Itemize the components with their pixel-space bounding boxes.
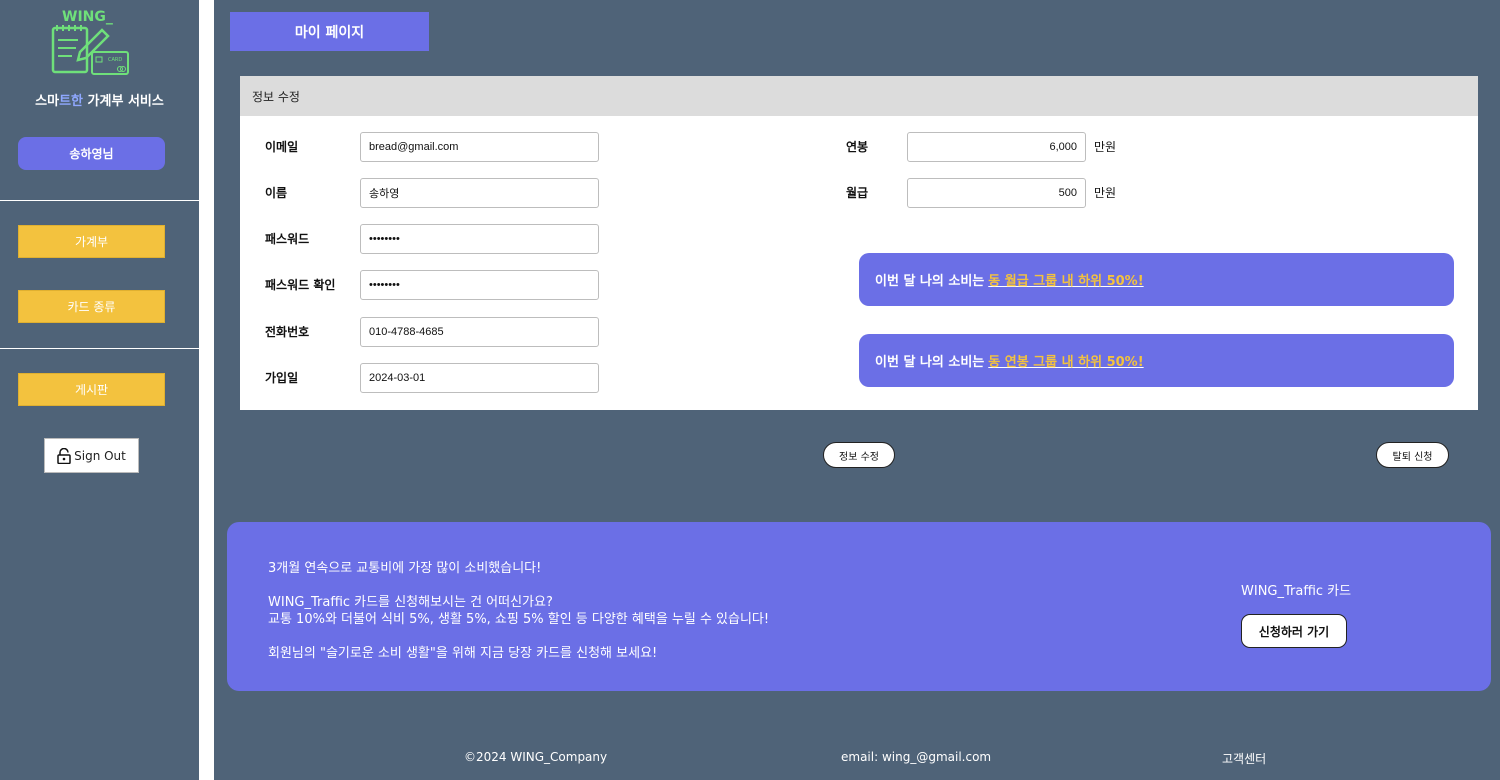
phone-label: 전화번호: [265, 325, 310, 339]
sidebar: WING_ CARD 스마트한 가계부 서비스 송하영님 가계부 카드 종류 게…: [0, 0, 199, 780]
sign-out-button[interactable]: Sign Out: [44, 438, 139, 473]
monthly-salary-unit: 만원: [1094, 186, 1117, 200]
monthly-salary-label: 월급: [846, 186, 869, 200]
apply-card-button[interactable]: 신청하러 가기: [1241, 614, 1347, 648]
sidebar-divider: [0, 348, 199, 349]
banner-line: WING_Traffic 카드를 신청해보시는 건 어떠신가요?: [268, 595, 553, 610]
logo-card-text: CARD: [108, 57, 122, 63]
monthly-group-insight: 이번 달 나의 소비는 동 월급 그룹 내 하위 50%!: [859, 253, 1454, 306]
banner-line: 교통 10%와 더불어 식비 5%, 생활 5%, 쇼핑 5% 할인 등 다양한…: [268, 612, 770, 627]
password-confirm-label: 패스워드 확인: [265, 278, 336, 292]
sign-out-label: Sign Out: [74, 448, 126, 463]
password-confirm-field[interactable]: ••••••••: [360, 270, 599, 300]
banner-message: 3개월 연속으로 교통비에 가장 많이 소비했습니다! WING_Traffic…: [268, 560, 769, 662]
notebook-pencil-card-icon: WING_ CARD: [51, 9, 129, 75]
user-profile-button[interactable]: 송하영님: [18, 137, 165, 170]
banner-line: 회원님의 "슬기로운 소비 생활"을 위해 지금 당장 카드를 신청해 보세요!: [268, 646, 658, 661]
insight-highlight: 동 연봉 그룹 내 하위 50%!: [988, 355, 1144, 370]
annual-group-insight: 이번 달 나의 소비는 동 연봉 그룹 내 하위 50%!: [859, 334, 1454, 387]
password-field[interactable]: ••••••••: [360, 224, 599, 254]
service-title-prefix: 스마: [35, 94, 60, 109]
footer-copyright: ©2024 WING_Company: [464, 750, 608, 764]
service-title: 스마트한 가계부 서비스: [0, 90, 199, 109]
card-recommendation-banner: 3개월 연속으로 교통비에 가장 많이 소비했습니다! WING_Traffic…: [227, 522, 1491, 691]
withdraw-button[interactable]: 탈퇴 신청: [1376, 442, 1449, 468]
insight-prefix: 이번 달 나의 소비는: [875, 274, 985, 289]
unlock-icon: [57, 447, 71, 464]
monthly-salary-field[interactable]: 500: [907, 178, 1086, 208]
insight-prefix: 이번 달 나의 소비는: [875, 355, 985, 370]
sidebar-separator: [199, 0, 214, 780]
footer-support-link[interactable]: 고객센터: [1222, 750, 1266, 767]
join-date-label: 가입일: [265, 371, 299, 385]
phone-field[interactable]: 010-4788-4685: [360, 317, 599, 347]
service-title-accent: 트한: [59, 94, 84, 109]
sidebar-item-ledger[interactable]: 가계부: [18, 225, 165, 258]
insight-highlight: 동 월급 그룹 내 하위 50%!: [988, 274, 1144, 289]
password-label: 패스워드: [265, 232, 310, 246]
page-title: 마이 페이지: [230, 12, 429, 51]
footer-email[interactable]: email: wing_@gmail.com: [841, 750, 991, 764]
logo-text: WING_: [62, 9, 113, 25]
name-label: 이름: [265, 186, 288, 200]
sidebar-item-card-types[interactable]: 카드 종류: [18, 290, 165, 323]
wing-logo[interactable]: WING_ CARD: [50, 8, 132, 78]
annual-salary-unit: 만원: [1094, 140, 1117, 154]
banner-line: 3개월 연속으로 교통비에 가장 많이 소비했습니다!: [268, 561, 542, 576]
email-field[interactable]: bread@gmail.com: [360, 132, 599, 162]
join-date-field[interactable]: 2024-03-01: [360, 363, 599, 393]
panel-header: 정보 수정: [240, 76, 1478, 116]
recommended-card-name: WING_Traffic 카드: [1241, 584, 1352, 599]
sidebar-item-board[interactable]: 게시판: [18, 373, 165, 406]
annual-salary-label: 연봉: [846, 140, 869, 154]
email-label: 이메일: [265, 140, 299, 154]
profile-edit-panel: 정보 수정 이메일 bread@gmail.com 이름 송하영 패스워드 ••…: [240, 76, 1478, 410]
save-profile-button[interactable]: 정보 수정: [823, 442, 895, 468]
annual-salary-field[interactable]: 6,000: [907, 132, 1086, 162]
name-field[interactable]: 송하영: [360, 178, 599, 208]
sidebar-divider: [0, 200, 199, 201]
service-title-suffix: 가계부 서비스: [83, 94, 164, 109]
